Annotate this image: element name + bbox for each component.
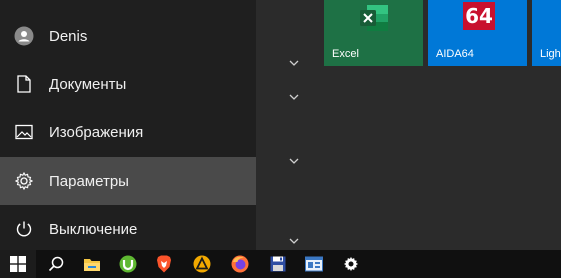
start-button[interactable]: [0, 250, 36, 278]
sidebar-item-label: Выключение: [49, 220, 138, 238]
taskbar-firefox[interactable]: [222, 250, 258, 278]
power-icon: [16, 221, 32, 237]
aimp-icon: [193, 255, 211, 273]
start-menu: Denis Документы Изображения Параметры Вы…: [0, 0, 561, 250]
taskbar-settings[interactable]: [333, 250, 369, 278]
tile-aida64[interactable]: 64 AIDA64: [428, 0, 527, 66]
taskbar-save-app[interactable]: [260, 250, 296, 278]
taskbar-file-explorer[interactable]: [74, 250, 110, 278]
taskbar-search-button[interactable]: [38, 250, 74, 278]
app-list-column: [256, 0, 323, 250]
utorrent-icon: [119, 255, 137, 273]
chevron-down-icon[interactable]: [288, 91, 300, 103]
settings-gear-icon: [343, 256, 359, 272]
taskbar-brave[interactable]: [146, 250, 182, 278]
sidebar-item-settings[interactable]: Параметры: [0, 157, 256, 205]
floppy-save-icon: [270, 256, 286, 272]
brave-icon: [157, 255, 171, 273]
user-account-item[interactable]: Denis: [0, 12, 256, 60]
sidebar-item-documents[interactable]: Документы: [0, 60, 256, 108]
taskbar-control-panel[interactable]: [296, 250, 332, 278]
document-icon: [17, 75, 31, 93]
pictures-icon: [15, 124, 33, 140]
tile-light[interactable]: Ligh: [532, 0, 561, 66]
avatar: [0, 12, 48, 60]
firefox-icon: [231, 255, 249, 273]
chevron-down-icon[interactable]: [288, 155, 300, 167]
tile-excel[interactable]: Excel: [324, 0, 423, 66]
excel-icon: [360, 5, 388, 31]
chevron-down-icon[interactable]: [288, 57, 300, 69]
sidebar-item-label: Параметры: [49, 172, 129, 190]
tile-label: AIDA64: [436, 48, 474, 60]
sidebar-item-label: Изображения: [49, 123, 144, 141]
control-panel-icon: [305, 256, 323, 272]
tile-label: Excel: [332, 48, 359, 60]
chevron-down-icon[interactable]: [288, 235, 300, 247]
sidebar-item-pictures[interactable]: Изображения: [0, 108, 256, 156]
user-name: Denis: [49, 27, 88, 45]
sidebar-item-power[interactable]: Выключение: [0, 205, 256, 253]
aida64-logo-icon: 64: [463, 2, 495, 30]
tile-label: Ligh: [540, 48, 561, 60]
search-icon: [48, 256, 64, 272]
tiles-area: Excel 64 AIDA64 Ligh: [323, 0, 561, 250]
file-explorer-icon: [84, 258, 100, 271]
windows-start-icon: [10, 256, 26, 272]
start-left-rail: Denis Документы Изображения Параметры Вы…: [0, 0, 256, 250]
taskbar: [0, 250, 561, 278]
user-avatar-icon: [14, 26, 34, 46]
settings-gear-icon: [15, 172, 33, 190]
taskbar-aimp[interactable]: [184, 250, 220, 278]
sidebar-item-label: Документы: [49, 75, 127, 93]
taskbar-utorrent[interactable]: [110, 250, 146, 278]
